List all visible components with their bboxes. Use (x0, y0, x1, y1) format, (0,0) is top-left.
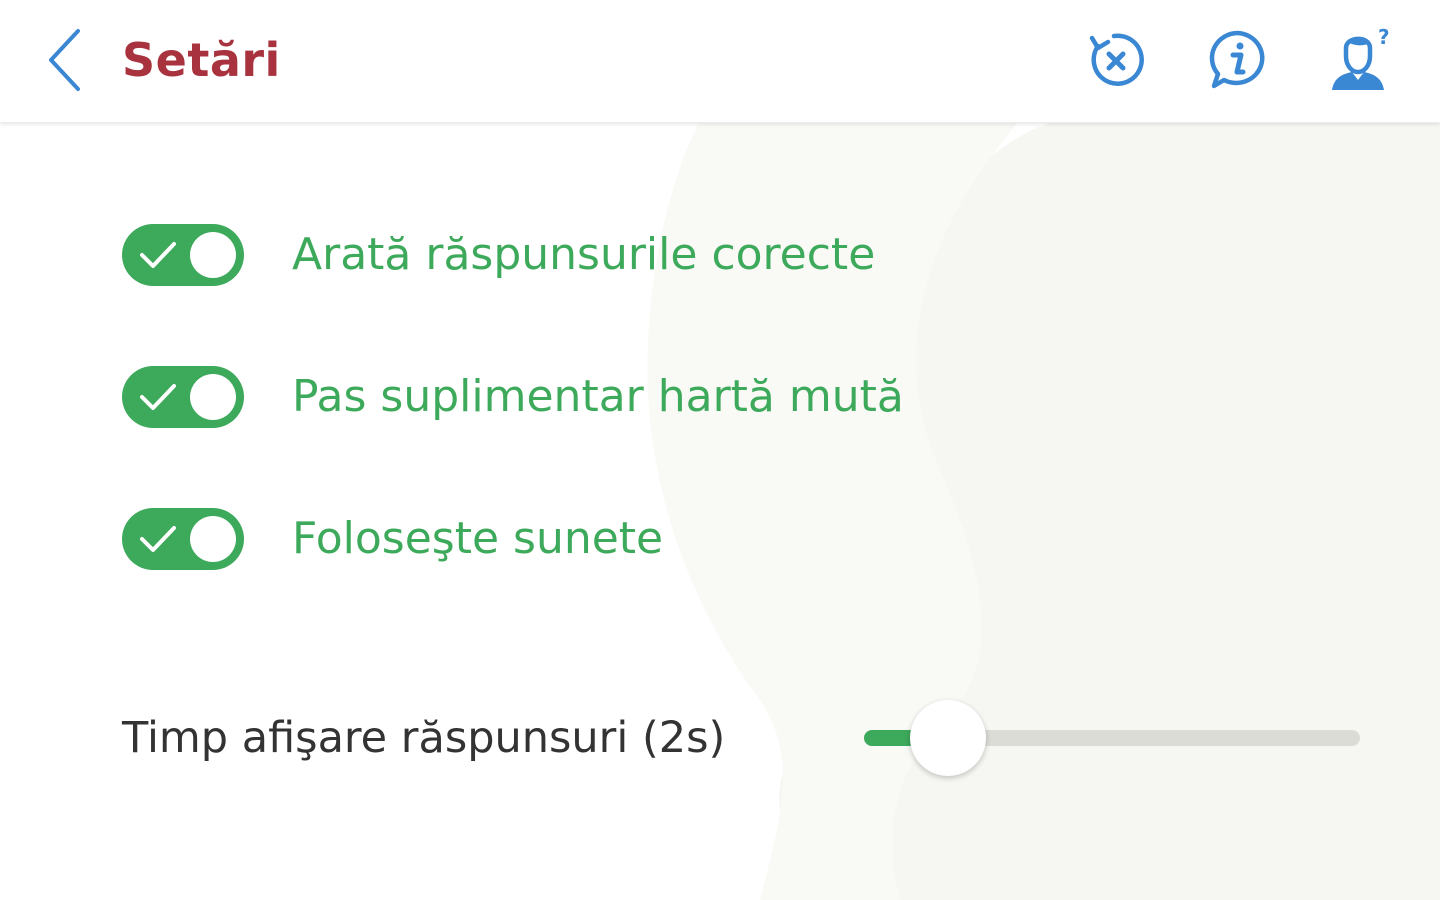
setting-show-correct-answers: Arată răspunsurile corecte (122, 223, 875, 287)
checkmark-icon (140, 384, 176, 410)
toggle-switch[interactable] (122, 508, 244, 570)
settings-page: Setări ? Arată răspunsurile corecte Pas … (0, 0, 1440, 900)
checkmark-icon (140, 242, 176, 268)
toggle-label: Arată răspunsurile corecte (292, 229, 876, 280)
toggle-label: Foloseşte sunete (292, 513, 664, 564)
checkmark-icon (140, 526, 176, 552)
toggle-switch[interactable] (122, 224, 244, 286)
back-button[interactable] (36, 24, 92, 96)
chevron-left-icon (49, 29, 80, 91)
setting-extra-step-mute-map: Pas suplimentar hartă mută (122, 365, 904, 429)
top-bar: Setări ? (0, 0, 1440, 123)
answer-time-slider-track[interactable] (864, 700, 1360, 776)
user-question-icon: ? (1332, 26, 1390, 90)
toggle-label: Pas suplimentar hartă mută (292, 371, 904, 422)
svg-text:?: ? (1378, 26, 1390, 49)
reset-answers-button[interactable] (1082, 26, 1150, 94)
toggle-knob (190, 232, 236, 278)
toggle-switch[interactable] (122, 366, 244, 428)
info-icon (1209, 30, 1265, 89)
help-button[interactable]: ? (1326, 26, 1394, 94)
toggle-knob (190, 374, 236, 420)
settings-list: Arată răspunsurile corecte Pas supliment… (0, 122, 1440, 900)
info-button[interactable] (1204, 26, 1272, 94)
slider-label: Timp afişare răspunsuri (2s) (122, 713, 726, 763)
setting-answer-display-time: Timp afişare răspunsuri (2s) (122, 700, 1362, 776)
page-title: Setări (122, 33, 281, 87)
answer-time-slider-thumb[interactable] (910, 700, 986, 776)
reset-x-icon (1089, 33, 1144, 86)
setting-use-sounds: Foloseşte sunete (122, 507, 663, 571)
toggle-knob (190, 516, 236, 562)
